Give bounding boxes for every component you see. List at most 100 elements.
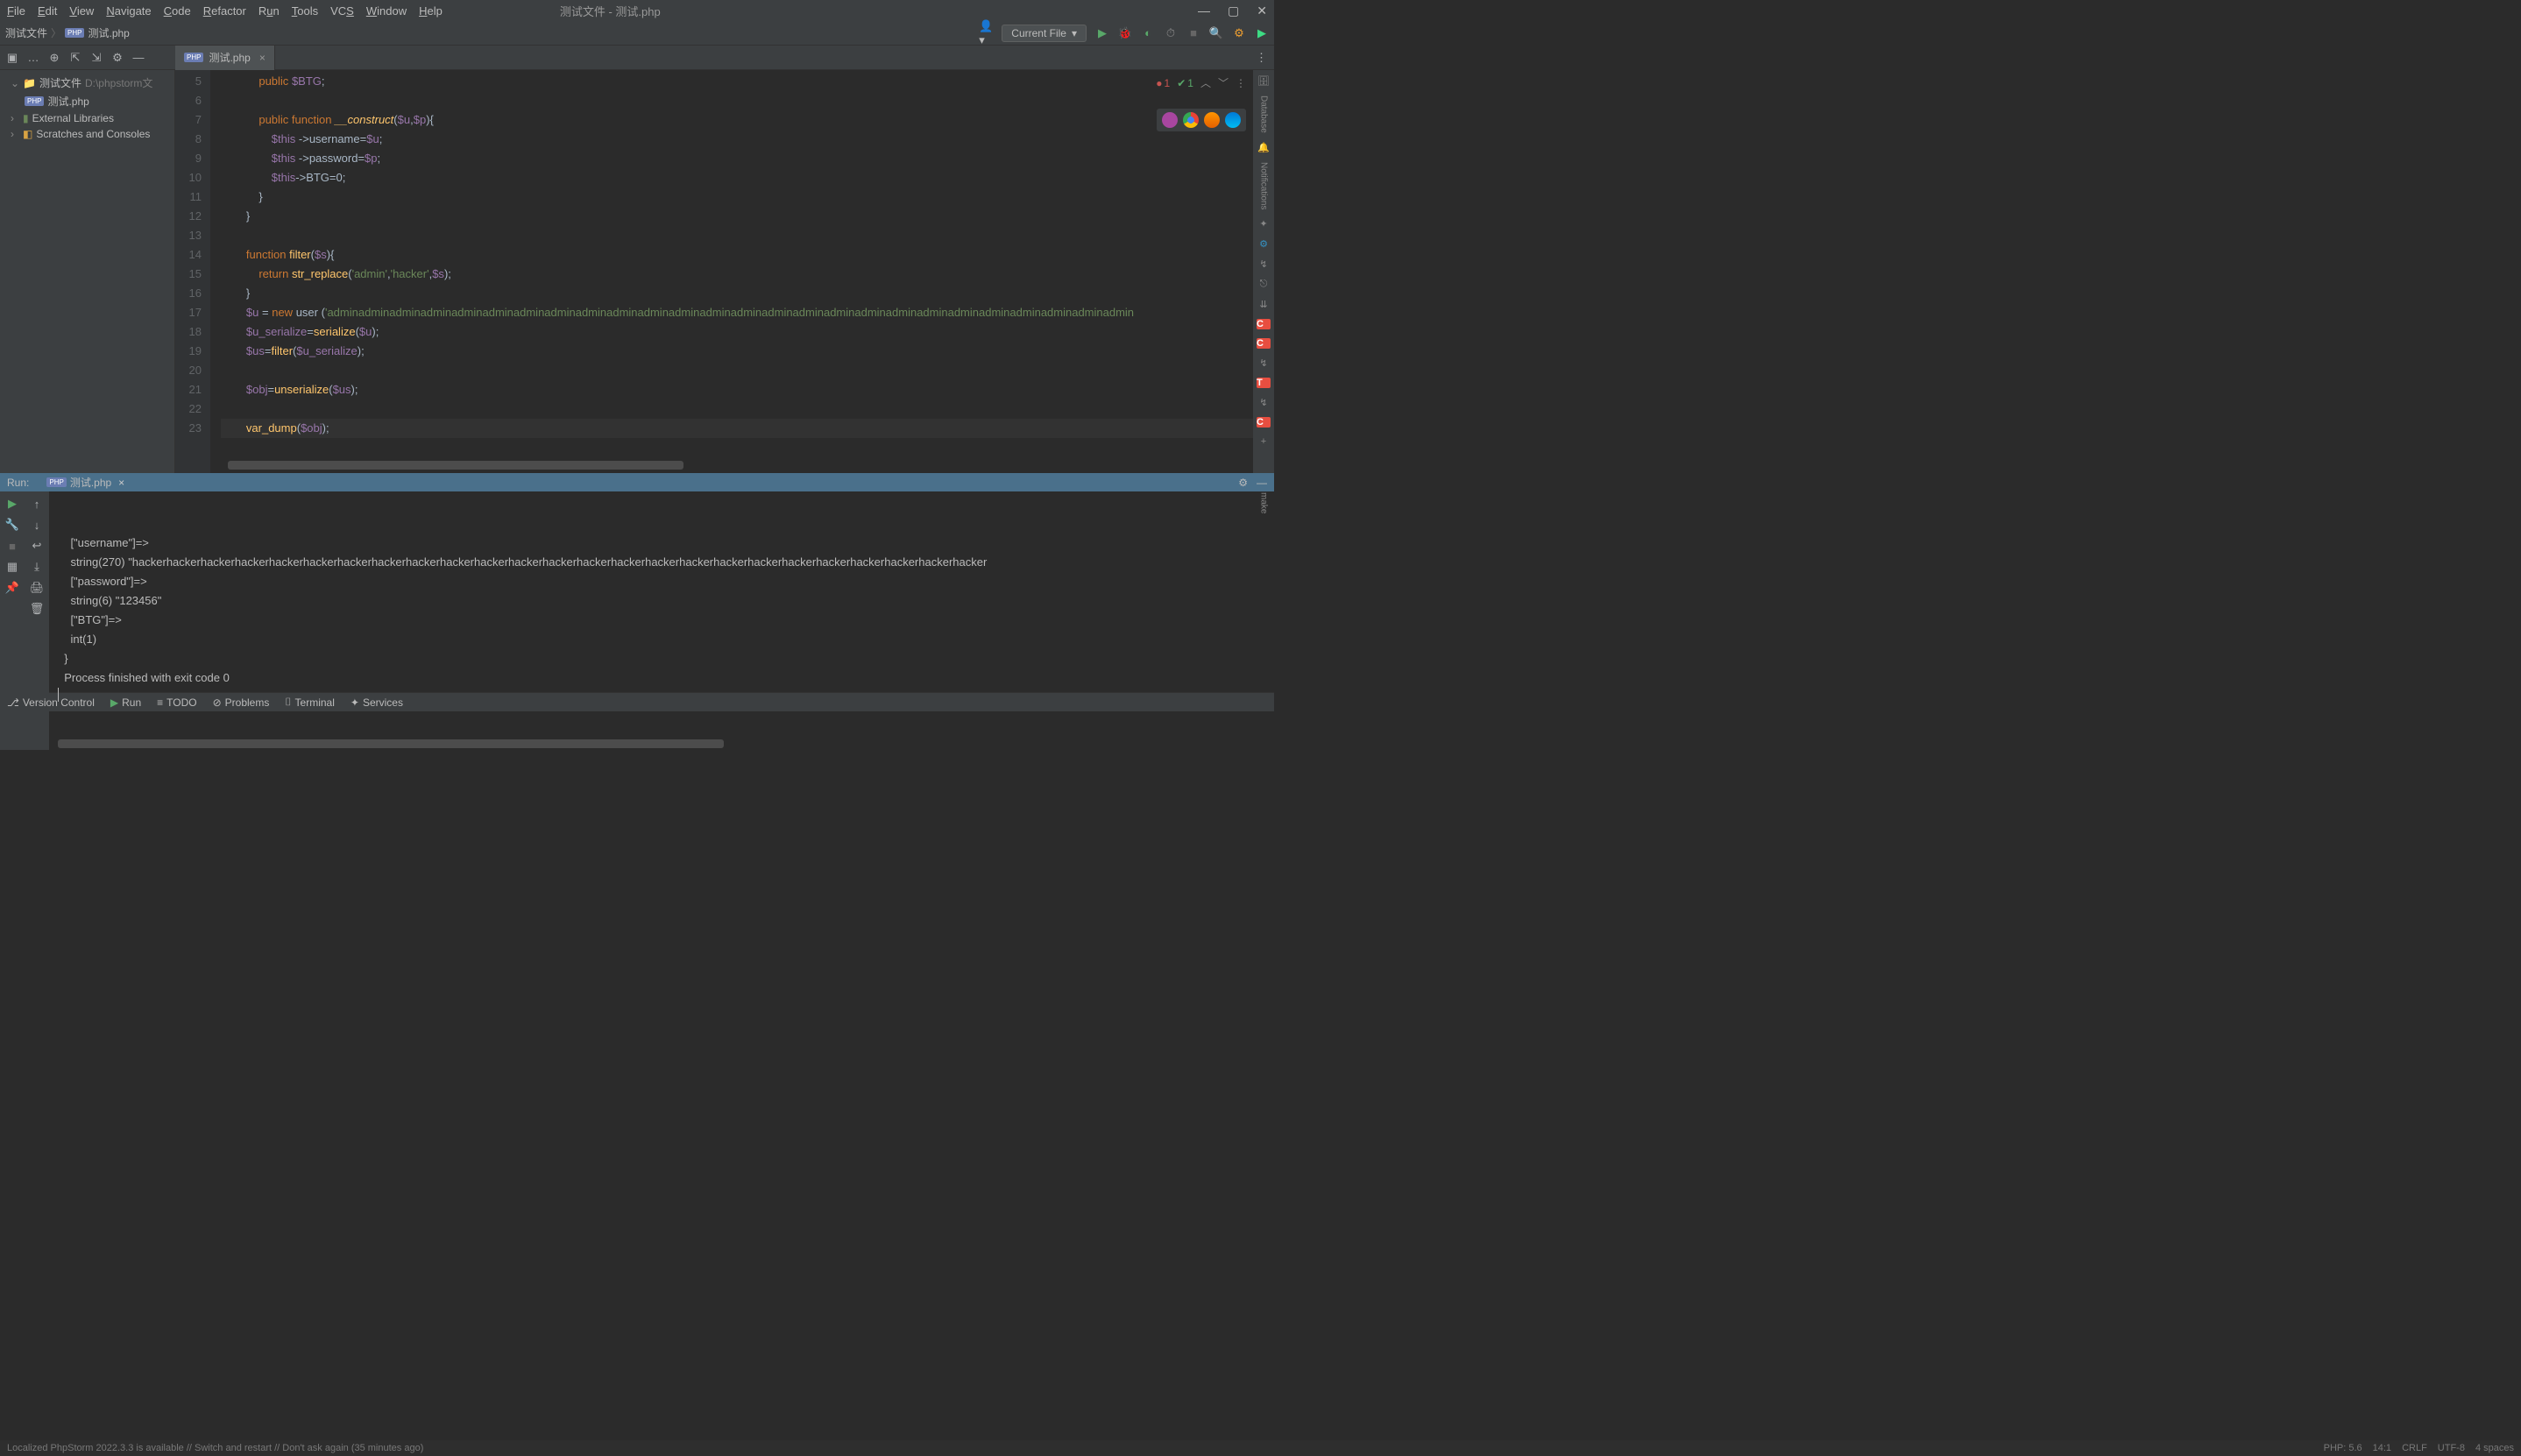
soft-wrap-icon[interactable]: ↩ — [30, 539, 44, 553]
check-icon: ✔ — [1177, 77, 1186, 89]
profile-button[interactable]: ⏱ — [1164, 26, 1178, 40]
gear-blue-icon[interactable]: ⚙ — [1256, 238, 1271, 250]
breadcrumb-file[interactable]: 测试.php — [88, 25, 129, 40]
c-tool-icon-2[interactable]: C — [1257, 338, 1271, 349]
menu-window[interactable]: Window — [366, 4, 407, 18]
c-tool-icon[interactable]: C — [1257, 319, 1271, 329]
menu-file[interactable]: File — [7, 4, 25, 18]
user-icon[interactable]: 👤▾ — [979, 26, 993, 40]
status-line-sep[interactable]: CRLF — [2402, 1443, 2427, 1453]
editor-tab[interactable]: PHP 测试.php × — [175, 46, 275, 70]
ellipsis-icon[interactable]: … — [26, 51, 40, 65]
close-tab-icon[interactable]: × — [259, 52, 266, 64]
error-indicator[interactable]: ● 1 — [1156, 77, 1170, 89]
code-area[interactable]: public $BTG; public function __construct… — [210, 70, 1253, 473]
chevron-right-icon[interactable]: › — [11, 112, 19, 124]
status-caret-pos[interactable]: 14:1 — [2373, 1443, 2391, 1453]
run-panel: Run: PHP 测试.php × ⚙ — ▶ 🔧 ■ ▦ 📌 ↑ ↓ ↩ ⤓ … — [0, 473, 1274, 692]
close-button[interactable]: ✕ — [1257, 4, 1267, 18]
menu-code[interactable]: Code — [164, 4, 191, 18]
run-horizontal-scrollbar[interactable] — [58, 739, 724, 748]
gutter: 567891011121314151617181920212223 — [175, 70, 210, 473]
warning-indicator[interactable]: ✔ 1 — [1177, 77, 1193, 89]
run-output[interactable]: ["username"]=> string(270) "hackerhacker… — [49, 491, 1274, 750]
menu-refactor[interactable]: Refactor — [203, 4, 246, 18]
minimize-button[interactable]: — — [1198, 4, 1210, 18]
locate-icon[interactable]: ⊕ — [47, 51, 61, 65]
hide-icon[interactable]: — — [131, 51, 145, 65]
print-icon[interactable]: 🖨 — [30, 581, 44, 595]
database-icon[interactable]: 🗄 — [1256, 75, 1271, 87]
coverage-button[interactable]: ◐ — [1141, 26, 1155, 40]
run-button[interactable]: ▶ — [1095, 26, 1109, 40]
tool-icon-3[interactable]: ⇊ — [1256, 299, 1271, 310]
up-icon[interactable]: ↑ — [30, 497, 44, 511]
scratches-consoles[interactable]: › ◧ Scratches and Consoles — [0, 126, 174, 142]
ai-icon[interactable]: ✦ — [1256, 218, 1271, 230]
search-icon[interactable]: 🔍 — [1209, 26, 1223, 40]
menu-help[interactable]: Help — [419, 4, 443, 18]
menu-edit[interactable]: Edit — [38, 4, 57, 18]
dropdown-icon: ▾ — [1072, 27, 1077, 39]
run-config-selector[interactable]: Current File ▾ — [1002, 25, 1087, 42]
tool-icon-2[interactable]: ⎋ — [1256, 279, 1271, 290]
chevron-down-icon[interactable]: ⌄ — [11, 77, 19, 89]
menu-navigate[interactable]: Navigate — [106, 4, 151, 18]
tool-icon-5[interactable]: ↯ — [1256, 397, 1271, 408]
run-hide-icon[interactable]: — — [1257, 477, 1267, 489]
down-icon[interactable]: ↓ — [30, 518, 44, 532]
status-php[interactable]: PHP: 5.6 — [2324, 1443, 2362, 1453]
menu-vcs[interactable]: VCS — [330, 4, 354, 18]
external-libraries[interactable]: › ▮ External Libraries — [0, 110, 174, 126]
debug-button[interactable]: 🐞 — [1118, 26, 1132, 40]
database-label[interactable]: Database — [1259, 95, 1269, 133]
horizontal-scrollbar[interactable] — [228, 461, 683, 470]
scroll-end-icon[interactable]: ⤓ — [30, 560, 44, 574]
maximize-button[interactable]: ▢ — [1228, 4, 1239, 18]
close-run-tab-icon[interactable]: × — [118, 477, 124, 489]
stop-icon[interactable]: ■ — [5, 539, 19, 553]
rerun-icon[interactable]: ▶ — [5, 497, 19, 511]
run-tab[interactable]: PHP 测试.php × — [39, 473, 131, 491]
expand-all-icon[interactable]: ⇱ — [68, 51, 82, 65]
notifications-label[interactable]: Notifications — [1259, 162, 1269, 209]
add-icon[interactable]: + — [1256, 436, 1271, 447]
status-encoding[interactable]: UTF-8 — [2438, 1443, 2465, 1453]
status-indent[interactable]: 4 spaces — [2475, 1443, 2514, 1453]
tool-icon-1[interactable]: ↯ — [1256, 258, 1271, 270]
breadcrumb-root[interactable]: 测试文件 — [5, 25, 47, 40]
status-message[interactable]: Localized PhpStorm 2022.3.3 is available… — [7, 1443, 423, 1453]
editor-more-icon[interactable]: ⋮ — [1236, 77, 1246, 89]
editor-more-icon[interactable]: ⋮ — [1249, 51, 1274, 65]
trash-icon[interactable]: 🗑 — [30, 602, 44, 616]
prev-highlight-icon[interactable]: ︿ — [1200, 75, 1211, 90]
notifications-icon[interactable]: 🔔 — [1256, 142, 1271, 153]
edge-icon[interactable] — [1225, 112, 1241, 128]
menu-run[interactable]: Run — [258, 4, 280, 18]
project-root[interactable]: ⌄ 📁 测试文件 D:\phpstorm文 — [0, 74, 174, 92]
browser-preview-bar — [1157, 109, 1246, 131]
run-settings-icon[interactable]: ⚙ — [1238, 477, 1248, 489]
pin-icon[interactable]: 📌 — [5, 581, 19, 595]
next-highlight-icon[interactable]: ﹀ — [1218, 75, 1229, 90]
layout-icon[interactable]: ▦ — [5, 560, 19, 574]
project-view-icon[interactable]: ▣ — [5, 51, 19, 65]
chrome-icon[interactable] — [1183, 112, 1199, 128]
editor[interactable]: 567891011121314151617181920212223 public… — [175, 70, 1253, 473]
wrench-icon[interactable]: 🔧 — [5, 518, 19, 532]
ide-settings-icon[interactable]: ⚙ — [1232, 26, 1246, 40]
php-file-icon: PHP — [65, 28, 84, 38]
firefox-icon[interactable] — [1204, 112, 1220, 128]
phpstorm-icon[interactable] — [1162, 112, 1178, 128]
play-icon[interactable]: ▶ — [1255, 26, 1269, 40]
menu-tools[interactable]: Tools — [292, 4, 318, 18]
t-tool-icon[interactable]: T — [1257, 378, 1271, 388]
tool-icon-4[interactable]: ↯ — [1256, 357, 1271, 369]
gear-icon[interactable]: ⚙ — [110, 51, 124, 65]
c-tool-icon-3[interactable]: C — [1257, 417, 1271, 428]
menu-view[interactable]: View — [69, 4, 94, 18]
tree-file[interactable]: PHP 测试.php — [0, 92, 174, 110]
collapse-all-icon[interactable]: ⇲ — [89, 51, 103, 65]
stop-button[interactable]: ■ — [1186, 26, 1200, 40]
chevron-right-icon[interactable]: › — [11, 128, 19, 140]
